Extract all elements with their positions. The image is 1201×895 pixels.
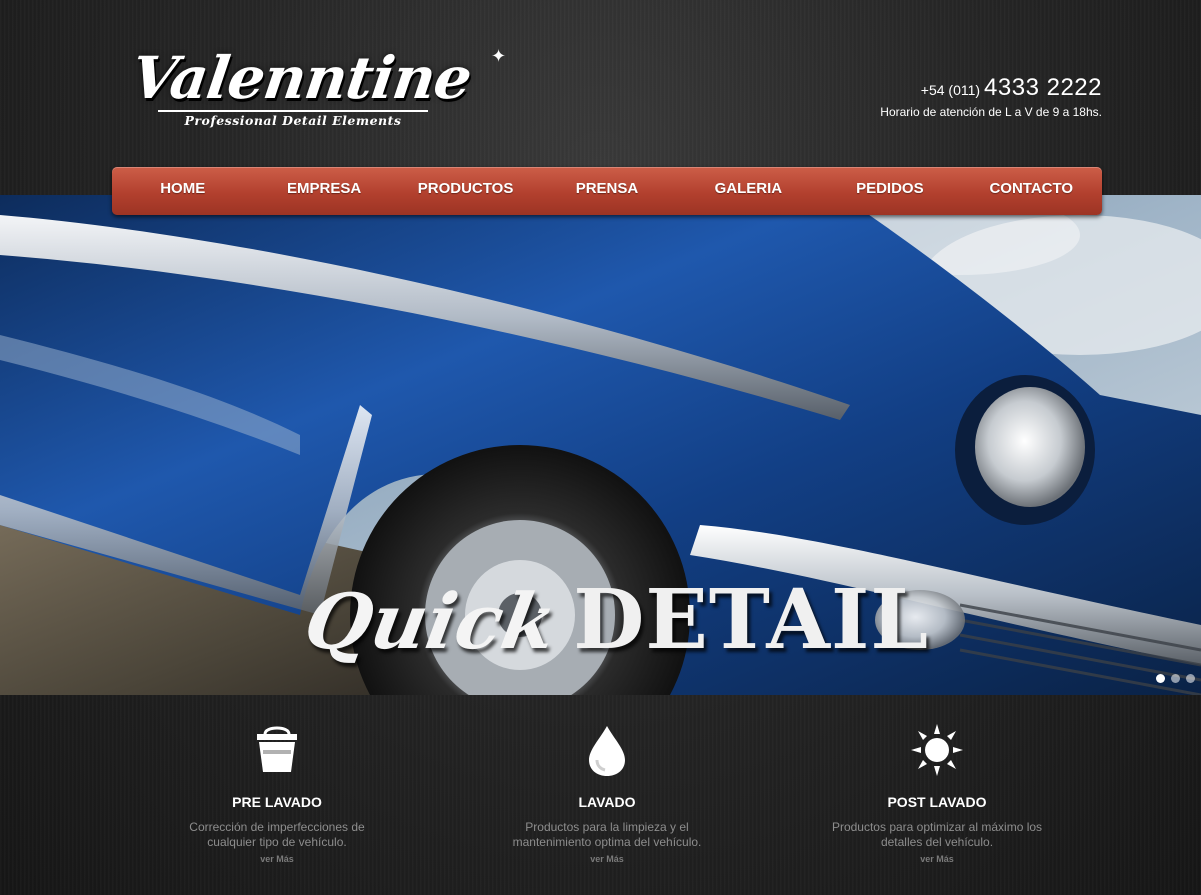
logo-wordmark: Valenntine xyxy=(127,44,476,112)
feature-pre-lavado: PRE LAVADO Corrección de imperfecciones … xyxy=(157,722,397,864)
slider-dots xyxy=(1156,674,1195,683)
nav-item-productos[interactable]: PRODUCTOS xyxy=(395,167,536,215)
feature-description: Productos para la limpieza y el mantenim… xyxy=(487,820,727,850)
feature-desc-line: mantenimiento optima del vehículo. xyxy=(512,835,702,849)
feature-description: Productos para optimizar al máximo los d… xyxy=(817,820,1057,850)
feature-desc-line: Productos para la limpieza y el xyxy=(525,820,689,834)
feature-title: PRE LAVADO xyxy=(232,794,322,810)
slider-dot-2[interactable] xyxy=(1171,674,1180,683)
hero-title-script: Quick xyxy=(298,577,564,666)
feature-post-lavado: POST LAVADO Productos para optimizar al … xyxy=(817,722,1057,864)
phone-prefix: +54 (011) xyxy=(920,82,981,98)
feature-desc-line: Corrección de imperfecciones de xyxy=(189,820,365,834)
water-drop-icon xyxy=(589,726,625,776)
bucket-icon xyxy=(257,726,297,772)
sun-icon xyxy=(911,724,963,776)
nav-item-empresa[interactable]: EMPRESA xyxy=(253,167,394,215)
feature-desc-line: detalles del vehículo. xyxy=(880,835,994,849)
main-nav: HOME EMPRESA PRODUCTOS PRENSA GALERIA PE… xyxy=(112,167,1102,215)
phone-number: 4333 2222 xyxy=(984,74,1102,101)
logo-tagline: Professional Detail Elements xyxy=(158,110,428,128)
feature-title: LAVADO xyxy=(578,794,636,810)
ver-mas-link[interactable]: ver Más xyxy=(817,854,1057,864)
feature-title: POST LAVADO xyxy=(887,794,987,810)
office-hours: Horario de atención de L a V de 9 a 18hs… xyxy=(880,105,1102,119)
nav-item-pedidos[interactable]: PEDIDOS xyxy=(819,167,960,215)
hero-title: Quick DETAIL xyxy=(298,572,930,668)
slider-dot-3[interactable] xyxy=(1186,674,1195,683)
nav-item-home[interactable]: HOME xyxy=(112,167,253,215)
feature-desc-line: cualquier tipo de vehículo. xyxy=(207,835,347,849)
nav-item-prensa[interactable]: PRENSA xyxy=(536,167,677,215)
feature-description: Corrección de imperfecciones de cualquie… xyxy=(157,820,397,850)
slider-dot-1[interactable] xyxy=(1156,674,1165,683)
logo-star-icon: ✦ xyxy=(491,46,507,66)
feature-desc-line: Productos para optimizar al máximo los xyxy=(831,820,1043,834)
nav-item-galeria[interactable]: GALERIA xyxy=(678,167,819,215)
feature-lavado: LAVADO Productos para la limpieza y el m… xyxy=(487,722,727,864)
hero-title-bold: DETAIL xyxy=(573,572,930,668)
ver-mas-link[interactable]: ver Más xyxy=(157,854,397,864)
brand-logo[interactable]: Valenntine ✦ Professional Detail Element… xyxy=(127,44,506,136)
ver-mas-link[interactable]: ver Más xyxy=(487,854,727,864)
phone-line: +54 (011) 4333 2222 xyxy=(880,74,1102,102)
nav-item-contacto[interactable]: CONTACTO xyxy=(961,167,1102,215)
contact-info: +54 (011) 4333 2222 Horario de atención d… xyxy=(880,74,1102,119)
